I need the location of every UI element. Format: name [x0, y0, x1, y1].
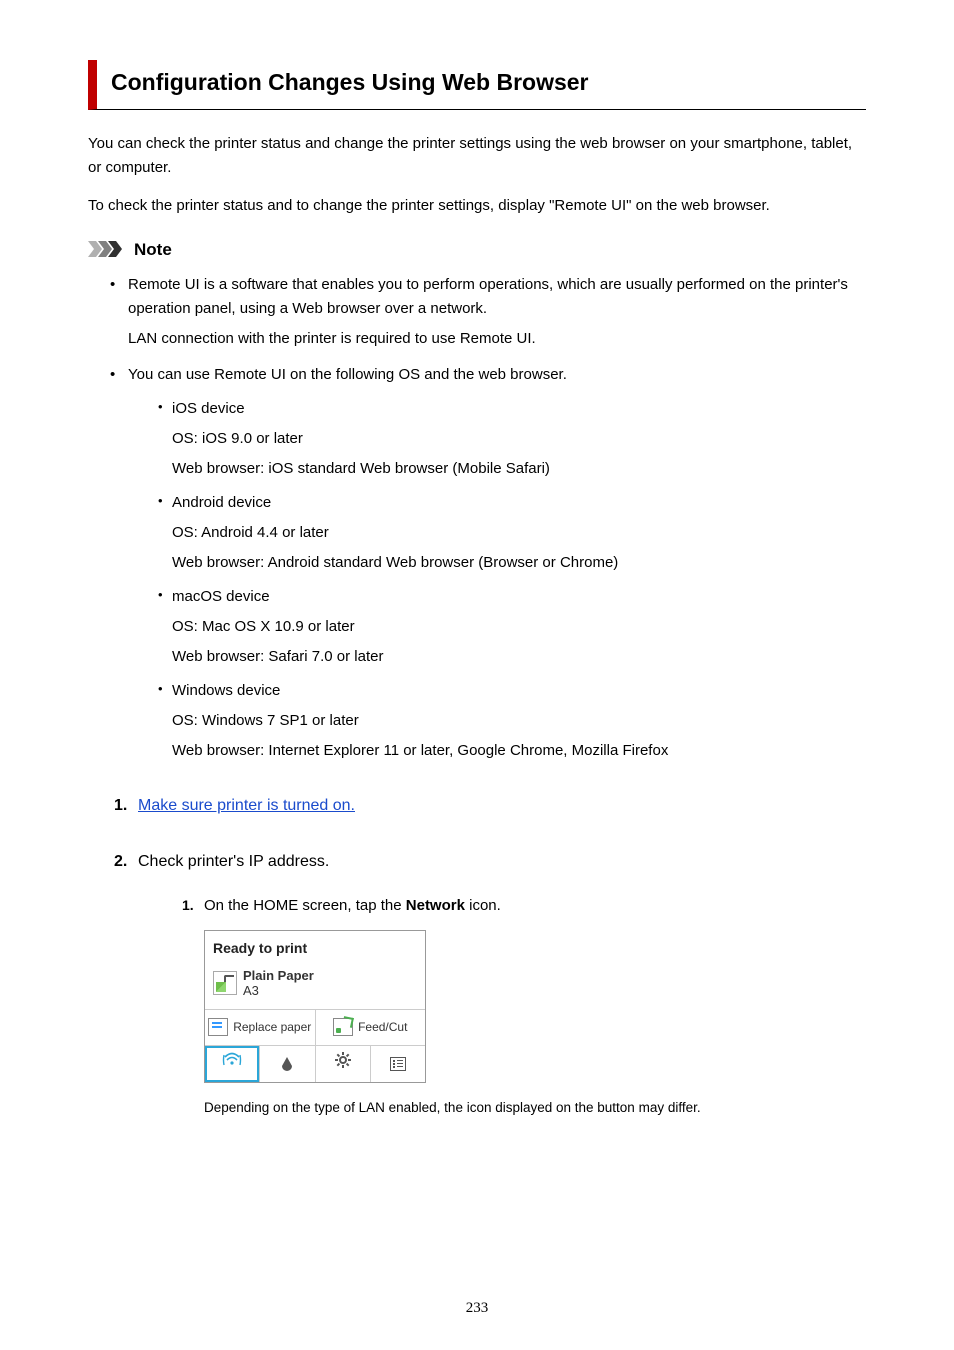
- screen-paper-name: Plain Paper: [243, 968, 314, 984]
- note-subtext: LAN connection with the printer is requi…: [128, 327, 866, 351]
- list-icon: [390, 1057, 406, 1071]
- ink-drop-icon: [281, 1056, 293, 1072]
- note-item: You can use Remote UI on the following O…: [114, 363, 866, 763]
- substep-item: On the HOME screen, tap the Network icon…: [182, 894, 866, 1118]
- page-title-block: Configuration Changes Using Web Browser: [88, 60, 866, 110]
- os-list: iOS device OS: iOS 9.0 or later Web brow…: [128, 397, 866, 763]
- note-text: Remote UI is a software that enables you…: [128, 276, 848, 317]
- intro-paragraph-1: You can check the printer status and cha…: [88, 132, 866, 180]
- screen-paper-row: Plain Paper A3: [205, 964, 425, 1010]
- step-link-power-on[interactable]: Make sure printer is turned on.: [138, 797, 355, 814]
- os-item: iOS device OS: iOS 9.0 or later Web brow…: [158, 397, 866, 481]
- substep-text-post: icon.: [465, 897, 501, 914]
- os-browser: Web browser: Internet Explorer 11 or lat…: [172, 739, 866, 763]
- substeps-list: On the HOME screen, tap the Network icon…: [138, 894, 866, 1118]
- screen-settings-button[interactable]: [315, 1046, 370, 1082]
- note-item: Remote UI is a software that enables you…: [114, 273, 866, 351]
- os-item: macOS device OS: Mac OS X 10.9 or later …: [158, 585, 866, 669]
- note-text: You can use Remote UI on the following O…: [128, 366, 567, 383]
- intro-paragraph-2: To check the printer status and to chang…: [88, 194, 866, 218]
- steps-list: Make sure printer is turned on. Check pr…: [88, 793, 866, 1119]
- substep-text-bold: Network: [406, 897, 465, 914]
- os-version: OS: iOS 9.0 or later: [172, 427, 866, 451]
- os-item: Android device OS: Android 4.4 or later …: [158, 491, 866, 575]
- screen-network-button[interactable]: [205, 1046, 259, 1082]
- screen-paper-text: Plain Paper A3: [243, 968, 314, 999]
- substep-text-pre: On the HOME screen, tap the: [204, 897, 406, 914]
- screen-bottom-row: [205, 1046, 425, 1082]
- step-item: Make sure printer is turned on.: [114, 793, 866, 819]
- screen-button-row: Replace paper Feed/Cut: [205, 1010, 425, 1046]
- screen-replace-button[interactable]: Replace paper: [205, 1010, 315, 1045]
- os-browser: Web browser: iOS standard Web browser (M…: [172, 457, 866, 481]
- printer-screen-mock: Ready to print Plain Paper A3 Replac: [204, 930, 426, 1083]
- screen-ink-button[interactable]: [259, 1046, 314, 1082]
- step-text: Check printer's IP address.: [138, 853, 329, 870]
- screen-caption: Depending on the type of LAN enabled, th…: [204, 1097, 866, 1119]
- os-name: Android device: [172, 494, 271, 511]
- os-name: iOS device: [172, 400, 245, 417]
- note-heading: Note: [88, 236, 866, 263]
- note-label: Note: [134, 236, 172, 263]
- screen-feedcut-button[interactable]: Feed/Cut: [315, 1010, 426, 1045]
- screen-replace-label: Replace paper: [233, 1021, 311, 1034]
- chevron-note-icon: [88, 241, 128, 257]
- paper-thumb-icon: [213, 971, 237, 995]
- os-version: OS: Windows 7 SP1 or later: [172, 709, 866, 733]
- screen-paper-size: A3: [243, 983, 314, 999]
- os-version: OS: Mac OS X 10.9 or later: [172, 615, 866, 639]
- os-browser: Web browser: Android standard Web browse…: [172, 551, 866, 575]
- gear-icon: [335, 1052, 351, 1076]
- os-item: Windows device OS: Windows 7 SP1 or late…: [158, 679, 866, 763]
- os-browser: Web browser: Safari 7.0 or later: [172, 645, 866, 669]
- os-version: OS: Android 4.4 or later: [172, 521, 866, 545]
- step-item: Check printer's IP address. On the HOME …: [114, 849, 866, 1119]
- screen-feedcut-label: Feed/Cut: [358, 1018, 407, 1037]
- os-name: Windows device: [172, 682, 280, 699]
- wifi-icon: [222, 1052, 242, 1076]
- feed-cut-icon: [333, 1018, 353, 1036]
- os-name: macOS device: [172, 588, 270, 605]
- replace-paper-icon: [208, 1018, 228, 1036]
- page-title: Configuration Changes Using Web Browser: [111, 69, 589, 95]
- page-number: 233: [0, 1296, 954, 1320]
- note-list: Remote UI is a software that enables you…: [88, 273, 866, 763]
- screen-jobs-button[interactable]: [370, 1046, 425, 1082]
- screen-status: Ready to print: [205, 931, 425, 963]
